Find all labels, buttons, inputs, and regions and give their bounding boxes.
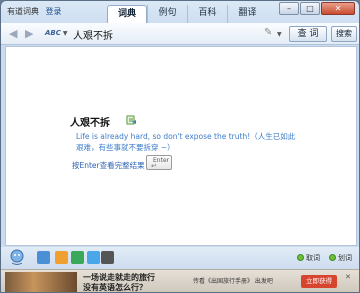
language-selector-label: ABC xyxy=(45,29,61,37)
highlight-capture-label: 划词 xyxy=(338,254,352,262)
title-bar: 有道词典 登录 词典 例句 百科 翻译 – □ ✕ xyxy=(1,1,359,23)
search-button[interactable]: 搜索 xyxy=(331,26,357,42)
bottom-toolbar: 取词 划词 xyxy=(1,247,359,269)
tab-encyclopedia[interactable]: 百科 xyxy=(187,5,227,23)
close-button[interactable]: ✕ xyxy=(321,2,355,15)
word-capture-label: 取词 xyxy=(306,254,320,262)
result-translation: Life is already hard, so don't expose th… xyxy=(76,132,296,152)
word-capture-toggle[interactable]: 取词 xyxy=(297,253,320,263)
ad-promo-text: 传看《出国旅行手册》 出发吧 xyxy=(193,278,273,285)
ad-banner[interactable]: 一场说走就走的旅行 没有英语怎么行？ 传看《出国旅行手册》 出发吧 立即获得 ✕ xyxy=(1,269,359,292)
pen-icon[interactable]: ✎ xyxy=(264,27,272,38)
app-window: 有道词典 登录 词典 例句 百科 翻译 – □ ✕ ◀ ▶ ABC▼ ✎ ▼ 查… xyxy=(0,0,360,293)
ad-close-icon[interactable]: ✕ xyxy=(345,273,351,281)
search-input[interactable] xyxy=(71,26,259,42)
ad-subheadline: 没有英语怎么行？ xyxy=(83,283,147,292)
app-name: 有道词典 xyxy=(7,7,39,16)
chat-icon[interactable] xyxy=(71,251,84,264)
chevron-down-icon[interactable]: ▼ xyxy=(277,31,282,38)
tab-translate[interactable]: 翻译 xyxy=(227,5,267,23)
phone-icon[interactable] xyxy=(101,251,114,264)
language-selector[interactable]: ABC ▼ xyxy=(45,29,68,37)
app-title: 有道词典 登录 xyxy=(7,6,62,17)
minimize-button[interactable]: – xyxy=(279,2,299,15)
cycle-icon[interactable] xyxy=(87,251,100,264)
enter-arrow-icon: ↵ xyxy=(151,162,157,170)
tab-dictionary[interactable]: 词典 xyxy=(107,5,147,23)
add-to-wordbook-icon[interactable] xyxy=(126,115,136,125)
forward-arrow-icon[interactable]: ▶ xyxy=(25,27,33,40)
window-controls: – □ ✕ xyxy=(279,2,355,15)
result-pane: 人艰不拆 Life is already hard, so don't expo… xyxy=(5,46,357,246)
search-toolbar: ◀ ▶ ABC▼ ✎ ▼ 查 词 搜索 xyxy=(1,23,359,45)
helper-icon[interactable] xyxy=(9,248,25,266)
highlight-capture-toggle[interactable]: 划词 xyxy=(329,253,352,263)
enter-key-icon: Enter ↵ xyxy=(146,155,172,170)
radio-dot-icon xyxy=(297,254,304,261)
ad-image xyxy=(5,272,77,292)
tab-bar: 词典 例句 百科 翻译 xyxy=(107,5,267,23)
result-word: 人艰不拆 xyxy=(70,118,110,129)
enter-hint-link[interactable]: 按Enter查看完整结果 xyxy=(72,160,145,171)
maximize-button[interactable]: □ xyxy=(300,2,320,15)
back-arrow-icon[interactable]: ◀ xyxy=(9,27,17,40)
tab-examples[interactable]: 例句 xyxy=(147,5,187,23)
login-link[interactable]: 登录 xyxy=(46,7,62,16)
m-icon[interactable] xyxy=(55,251,68,264)
ad-cta-button[interactable]: 立即获得 xyxy=(301,275,337,288)
chevron-down-icon: ▼ xyxy=(62,30,68,37)
radio-dot-icon xyxy=(329,254,336,261)
book-icon[interactable] xyxy=(37,251,50,264)
lookup-button[interactable]: 查 词 xyxy=(289,26,327,42)
